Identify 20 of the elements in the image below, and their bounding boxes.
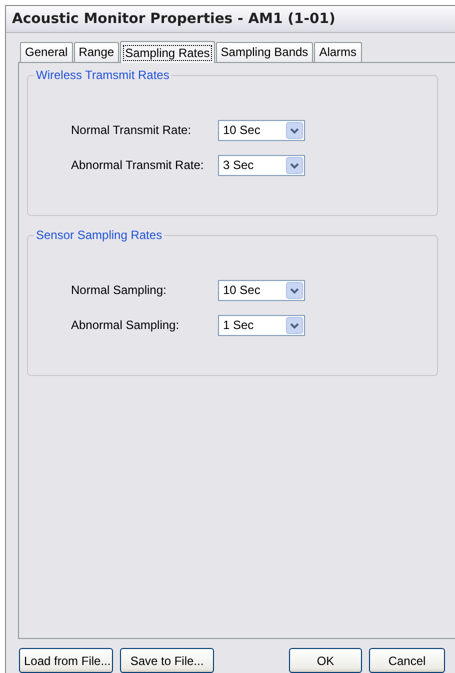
tab[interactable]: General xyxy=(20,42,73,62)
dropdown[interactable]: 3 Sec xyxy=(218,154,305,176)
field-label: Normal Transmit Rate: xyxy=(71,123,192,137)
tab[interactable]: Alarms xyxy=(314,42,362,62)
field-label: Normal Sampling: xyxy=(71,283,168,297)
group-title: Sensor Sampling Rates xyxy=(34,228,164,242)
field-label: Abnormal Transmit Rate: xyxy=(71,158,205,172)
field-label: Abnormal Sampling: xyxy=(71,318,180,332)
dropdown[interactable]: 10 Sec xyxy=(218,280,305,300)
dialog-button[interactable]: Cancel xyxy=(369,648,445,673)
dialog-button[interactable]: OK xyxy=(289,648,362,673)
dropdown[interactable]: 1 Sec xyxy=(218,314,305,336)
file-button[interactable]: Load from File... xyxy=(19,648,113,673)
window-title: Acoustic Monitor Properties - AM1 (1-01) xyxy=(12,11,336,27)
dropdown[interactable]: 10 Sec xyxy=(218,120,305,140)
group-title: Wireless Tramsmit Rates xyxy=(34,68,172,82)
tab[interactable]: Sampling Rates xyxy=(120,41,215,63)
tab[interactable]: Sampling Bands xyxy=(216,42,314,62)
tab[interactable]: Range xyxy=(74,42,120,62)
file-button[interactable]: Save to File... xyxy=(120,648,214,673)
